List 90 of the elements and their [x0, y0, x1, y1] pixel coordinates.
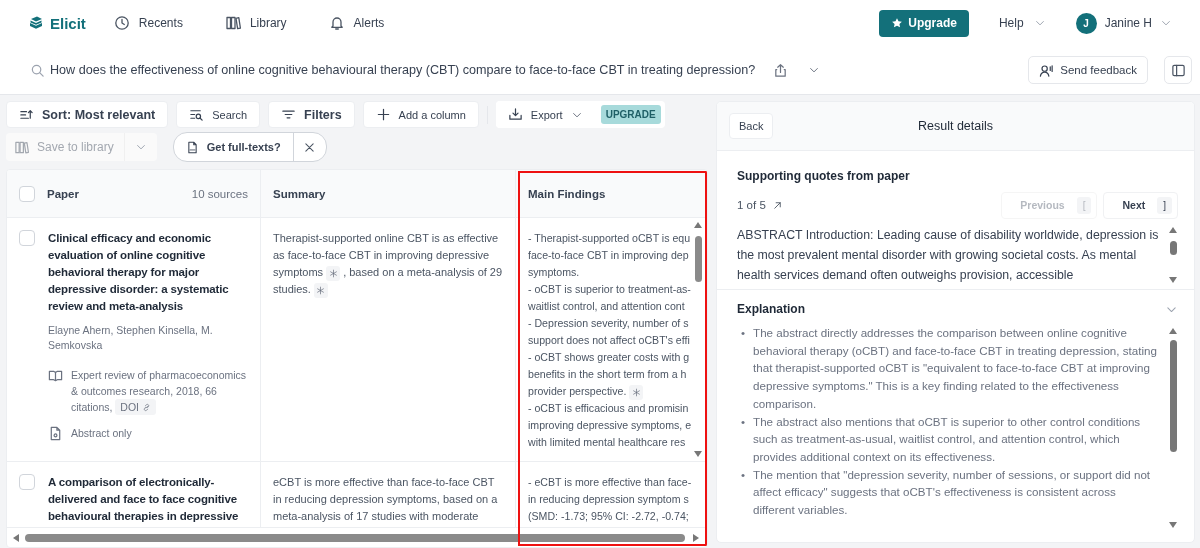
explanation-bullet: The abstract also mentions that oCBT is superior to other control conditions such as treatment-as-usual, waitlist control, and attention control, which provides additional context on its effectiveness. — [753, 413, 1142, 465]
summary-text: Therapist-supported online CBT is as effective as face-to-face CBT in improving depressive symptoms , based on a meta-analysis of 29 studies. — [273, 230, 503, 298]
finding-line: waitlist control, and attention cont — [528, 300, 685, 312]
quote-counter[interactable]: 1 of 5 — [737, 199, 783, 211]
sort-icon — [19, 107, 34, 122]
citation-chip[interactable] — [629, 384, 644, 400]
column-header[interactable]: Summary — [273, 187, 326, 200]
finding-line: - oCBT shows greater costs with g — [528, 351, 690, 363]
summary-text: eCBT is more effective than face-to-face CBT in reducing depression symptoms, based on a meta-analysis of 17 studies with moderate — [273, 475, 499, 524]
download-icon — [507, 107, 523, 122]
finding-line: - eCBT is more effective than face- — [528, 476, 692, 488]
bullet-marker: • — [741, 413, 746, 430]
back-button[interactable]: Back — [729, 113, 774, 139]
link-icon — [142, 403, 152, 412]
feedback-button[interactable]: Send feedback — [1028, 56, 1148, 84]
doi-link[interactable]: DOI — [115, 399, 157, 415]
horizontal-scrollbar[interactable] — [13, 533, 699, 543]
select-all-checkbox[interactable] — [19, 185, 35, 202]
finding-line: - Depression severity, number of s — [528, 317, 689, 329]
nav-link[interactable]: Library — [224, 11, 287, 35]
bell-icon — [328, 15, 345, 31]
scrollbar[interactable] — [1169, 328, 1178, 528]
pdf-file-icon — [185, 140, 199, 154]
close-icon — [303, 140, 317, 154]
citation-chip[interactable] — [326, 265, 341, 281]
paper-title[interactable]: Clinical efficacy and economic evaluation of online cognitive behavioral therapy for major depressive disorder: a systematic review and meta-analysis — [48, 230, 248, 315]
asterisk-icon — [328, 268, 338, 278]
asterisk-icon — [316, 285, 326, 295]
next-button[interactable]: Next ] — [1103, 191, 1178, 219]
column-header[interactable]: Main Findings — [528, 187, 606, 200]
paper-authors: Elayne Ahern, Stephen Kinsella, M. Semkovska — [48, 323, 214, 353]
star-icon — [891, 17, 904, 29]
scrollbar[interactable] — [694, 222, 703, 457]
finding-line: face-to-face CBT in improving dep — [528, 249, 689, 261]
logo-icon — [28, 15, 44, 31]
explanation-bullet: The abstract directly addresses the comparison between online cognitive behavioral therapy (oCBT) and face-to-face CBT in treating depression, stating that therapist-supported oCBT is "equivalent to face-to-face CBT at improving depressive symptoms." This is a key finding related to the effectiveness comparison. — [753, 325, 1158, 412]
person-speaking-icon — [1039, 62, 1055, 78]
search-icon — [30, 62, 45, 78]
logo-text[interactable]: Elicit — [50, 14, 86, 32]
access-label: Abstract only — [71, 426, 132, 441]
column-header[interactable]: Paper — [47, 187, 79, 200]
quote-text: ABSTRACT Introduction: Leading cause of disability worldwide, depression is the most prevalent mental disorder with growing societal costs. As mental health services demand often outweighs provision, accessible — [737, 227, 1159, 284]
plus-icon — [375, 107, 391, 122]
finding-line: improving depressive symptoms, e — [528, 419, 692, 431]
finding-line: - oCBT is efficacious and promisin — [528, 402, 689, 414]
book-icon — [48, 368, 63, 383]
paper-title[interactable]: A comparison of electronically-delivered and face to face cognitive behavioural therapies in depressive — [48, 474, 248, 525]
row-checkbox[interactable] — [19, 474, 35, 490]
help-menu[interactable]: Help — [992, 15, 1052, 31]
finding-line: provider perspective. — [528, 385, 627, 397]
toolbar-button[interactable]: Sort: Most relevant — [6, 101, 169, 128]
toolbar-button[interactable]: Filters — [268, 101, 355, 128]
document-icon — [48, 426, 63, 441]
books-icon — [224, 15, 241, 31]
finding-line: (SMD: -1.73; 95% CI: -2.72, -0.74; — [528, 510, 689, 522]
share-icon — [773, 62, 789, 78]
scrollbar[interactable] — [1169, 227, 1178, 283]
user-menu[interactable]: J Janine H — [1075, 12, 1172, 34]
finding-line: with limited mental healthcare res — [528, 436, 686, 448]
source-count: 10 sources — [191, 187, 248, 200]
external-arrow-icon — [771, 199, 783, 211]
nav-link[interactable]: Alerts — [328, 11, 385, 35]
finding-line: benefits in the short term from a h — [528, 368, 687, 380]
finding-line: - Therapist-supported oCBT is equ — [528, 232, 691, 244]
upgrade-button[interactable]: Upgrade — [879, 9, 969, 37]
query-text: How does the effectiveness of online cognitive behavioural therapy (CBT) compare to face-to-face CBT in treating depression? — [50, 63, 756, 77]
finding-line: - oCBT is superior to treatment-as- — [528, 283, 691, 295]
avatar: J — [1075, 12, 1097, 34]
bullet-marker: • — [741, 466, 746, 483]
bullet-marker: • — [741, 325, 746, 341]
citation-chip[interactable] — [313, 282, 328, 298]
panel-toggle-button[interactable] — [1164, 56, 1192, 84]
finding-line: in reducing depression symptom s — [528, 493, 689, 505]
section-heading: Supporting quotes from paper — [737, 169, 911, 183]
explanation-bullet: The mention that "depression severity, number of sessions, or support did not affect efficacy" suggests that oCBT's effectiveness is consistent across different variables. — [753, 466, 1152, 519]
finding-line: support does not affect oCBT's effi — [528, 334, 690, 346]
toolbar-button[interactable]: Add a column — [362, 101, 479, 128]
sidebar-icon — [1170, 62, 1186, 78]
journal-info: Expert review of pharmacoeconomics & outcomes research, 2018, 66 citations, DOI — [71, 368, 248, 415]
upgrade-badge[interactable]: UPGRADE — [600, 105, 661, 124]
row-checkbox[interactable] — [19, 230, 35, 246]
books-icon — [14, 139, 29, 155]
nav-link[interactable]: Recents — [113, 11, 183, 35]
asterisk-icon — [631, 387, 641, 397]
panel-title: Result details — [918, 119, 993, 133]
toolbar-button[interactable]: Search — [176, 101, 261, 128]
search-icon — [189, 107, 205, 122]
finding-line: symptoms. — [528, 266, 580, 278]
clock-icon — [113, 15, 130, 31]
section-heading: Explanation — [737, 302, 805, 316]
